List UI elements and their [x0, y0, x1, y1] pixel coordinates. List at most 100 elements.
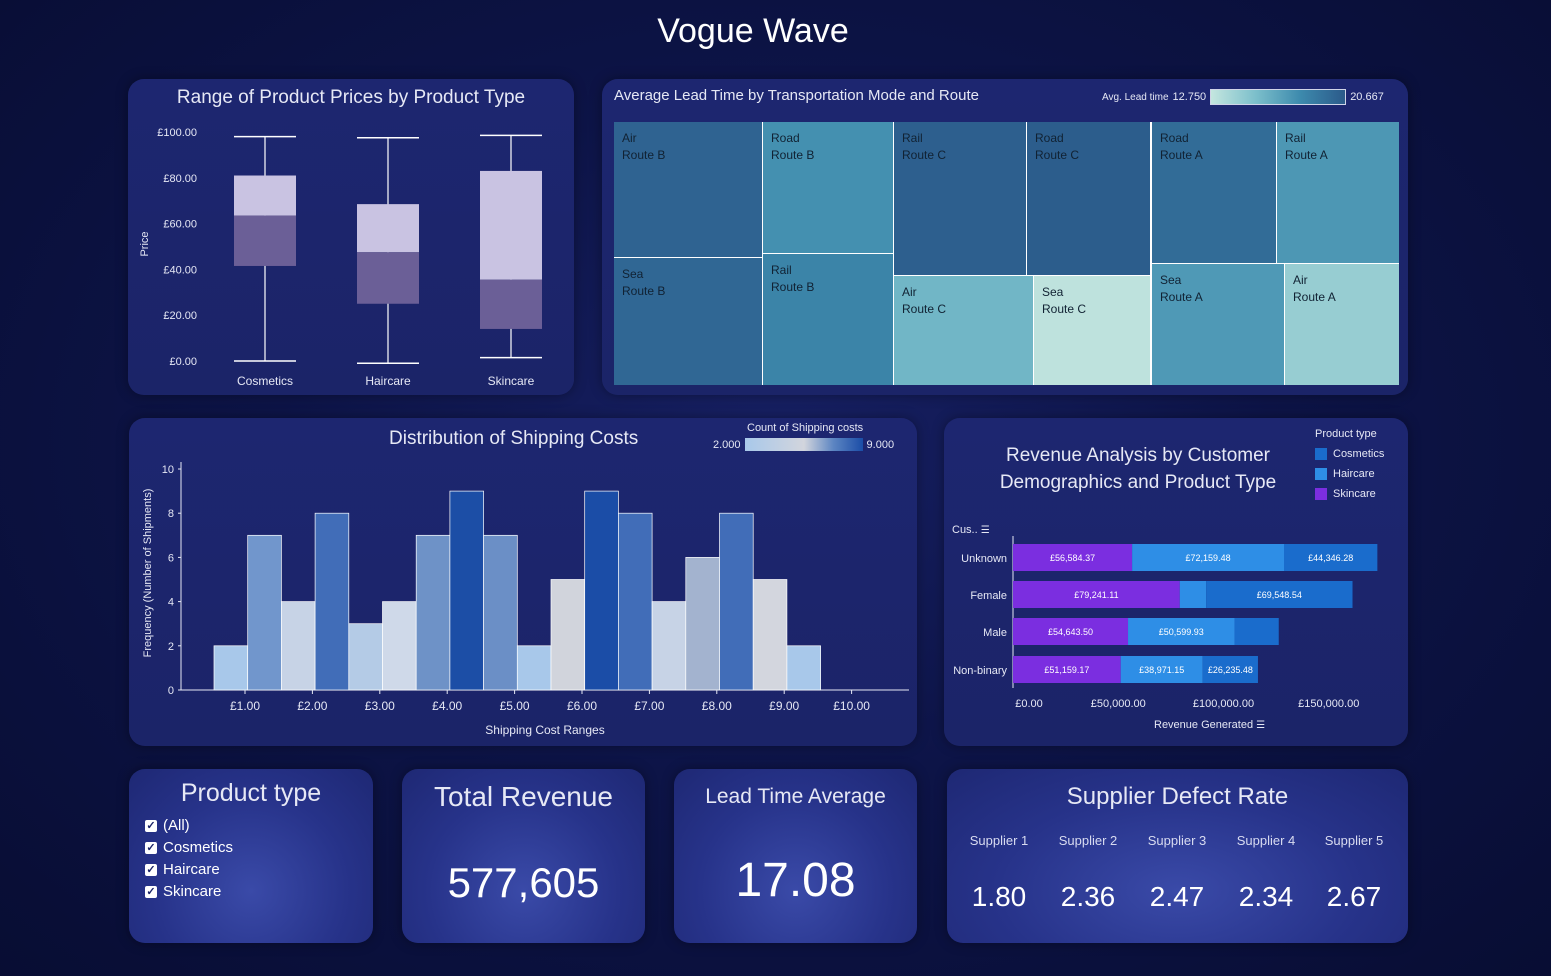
treemap-cell-road-route-b[interactable]: Road Route B — [763, 122, 893, 253]
revenue-panel: Revenue Analysis by Customer Demographic… — [944, 418, 1408, 746]
treemap-cell-label: Road Route A — [1160, 130, 1203, 164]
bar-segment-haircare — [1179, 581, 1207, 608]
treemap-cell-label: Air Route A — [1293, 272, 1336, 306]
bar-value-label: £44,346.28 — [1308, 553, 1353, 563]
cell-mode: Rail — [1285, 131, 1306, 145]
cell-mode: Air — [902, 285, 917, 299]
cell-route: Route B — [771, 280, 815, 294]
histogram-bar — [483, 534, 518, 691]
treemap-cell-road-route-a[interactable]: Road Route A — [1152, 122, 1276, 263]
cell-mode: Rail — [771, 263, 792, 277]
treemap-cell-label: Sea Route C — [1042, 284, 1086, 318]
supplier-1-name: Supplier 1 — [969, 833, 1029, 848]
histogram-bar — [516, 645, 552, 691]
x-tick-label: £50,000.00 — [1091, 698, 1146, 710]
x-tick-label: £5.00 — [500, 699, 530, 713]
supplier-defect-card: Supplier Defect Rate Supplier 1 Supplier… — [947, 769, 1408, 943]
histogram-bar — [685, 557, 720, 691]
x-tick-label: £1.00 — [230, 699, 260, 713]
treemap-cell-label: Rail Route A — [1285, 130, 1328, 164]
filter-option-label: Cosmetics — [163, 839, 234, 856]
filter-option-haircare[interactable]: ✓ Haircare — [145, 861, 220, 878]
treemap-cell-air-route-c[interactable]: Air Route C — [894, 276, 1033, 385]
y-axis-label: Price — [139, 231, 151, 256]
treemap-cell-label: Sea Route A — [1160, 272, 1203, 306]
lead-time-panel: Average Lead Time by Transportation Mode… — [602, 79, 1408, 395]
bar-value-label: £56,584.37 — [1050, 553, 1095, 563]
lead-time-average-value: 17.08 — [735, 854, 856, 907]
treemap-cell-air-route-b[interactable]: Air Route B — [614, 122, 762, 257]
checkbox-checked-icon[interactable]: ✓ — [145, 819, 157, 832]
supplier-1-value: 1.80 — [971, 881, 1027, 912]
checkbox-checked-icon[interactable]: ✓ — [145, 863, 157, 876]
cell-mode: Road — [1160, 131, 1189, 145]
filter-option-skincare[interactable]: ✓ Skincare — [145, 883, 221, 900]
y-tick-label: £20.00 — [163, 310, 197, 322]
dashboard-title: Vogue Wave — [657, 12, 849, 50]
treemap-cell-sea-route-c[interactable]: Sea Route C — [1034, 276, 1150, 385]
product-type-filter: Product type ✓ (All) ✓ Cosmetics ✓ Haircare… — [129, 769, 373, 943]
histogram-bar — [247, 534, 282, 691]
supplier-2-value: 2.36 — [1060, 881, 1116, 912]
treemap-cell-rail-route-a[interactable]: Rail Route A — [1277, 122, 1399, 263]
treemap-cell-air-route-a[interactable]: Air Route A — [1285, 264, 1399, 385]
cell-route: Route B — [622, 284, 666, 298]
sort-icon[interactable]: ☰ — [1256, 720, 1265, 731]
filter-option-all[interactable]: ✓ (All) — [145, 817, 190, 834]
treemap-cell-label: Sea Route B — [622, 266, 665, 300]
treemap-cell-sea-route-b[interactable]: Sea Route B — [614, 258, 762, 385]
x-tick-label: £2.00 — [297, 699, 327, 713]
supplier-4-name: Supplier 4 — [1236, 833, 1296, 848]
filter-option-cosmetics[interactable]: ✓ Cosmetics — [145, 839, 233, 856]
histogram-bar — [719, 512, 754, 691]
bar-value-label: £50,599.93 — [1159, 627, 1204, 637]
histogram-bar — [281, 601, 316, 691]
histogram-bar — [348, 623, 383, 691]
histogram-bar — [752, 579, 788, 691]
price-range-panel: Range of Product Prices by Product Type … — [128, 79, 574, 395]
revenue-xlabel-text: Revenue Generated — [1154, 719, 1254, 731]
treemap-cell-road-route-c[interactable]: Road Route C — [1027, 122, 1150, 275]
y-tick-label: 4 — [168, 597, 174, 609]
histogram-bar — [786, 645, 821, 691]
shipping-histogram-chart: 10 8 6 4 2 0 £1.00 £2.00 £3.00 £4.00 £5.00 £6.00 £7.… — [142, 462, 909, 737]
y-axis-label: Frequency (Number of Shipments) — [142, 489, 154, 658]
treemap-cell-sea-route-a[interactable]: Sea Route A — [1152, 264, 1284, 385]
x-tick-label: £9.00 — [769, 699, 799, 713]
bar-value-label: £79,241.11 — [1074, 590, 1118, 600]
x-tick-label: £4.00 — [432, 699, 462, 713]
treemap-cell-rail-route-b[interactable]: Rail Route B — [763, 254, 893, 385]
cell-route: Route A — [1285, 148, 1328, 162]
x-tick-label: £150,000.00 — [1298, 698, 1359, 710]
filter-option-label: Skincare — [163, 883, 222, 900]
x-tick-label: Cosmetics — [237, 374, 293, 388]
y-tick-label: £100.00 — [157, 127, 197, 139]
total-revenue-value: 577,605 — [447, 859, 600, 906]
x-axis-label: Shipping Cost Ranges — [485, 723, 604, 737]
x-tick-label: £6.00 — [567, 699, 597, 713]
cell-mode: Road — [771, 131, 800, 145]
box-upper-cosmetics — [234, 175, 296, 216]
bar-value-label: £51,159.17 — [1044, 665, 1089, 675]
lead-time-average-title: Lead Time Average — [705, 785, 886, 808]
histogram-bar — [584, 490, 619, 691]
bar-value-label: £26,235.48 — [1208, 665, 1253, 675]
cell-mode: Air — [622, 131, 637, 145]
supplier-3-name: Supplier 3 — [1147, 833, 1207, 848]
supplier-4-value: 2.34 — [1238, 881, 1294, 912]
revenue-bar-chart: Unknown £56,584.37 £72,159.48 £44,346.28 Fem… — [953, 536, 1378, 710]
box-upper-haircare — [357, 204, 419, 253]
filter-title: Product type — [180, 779, 322, 807]
box-lower-cosmetics — [234, 215, 296, 266]
treemap-cell-label: Air Route C — [902, 284, 946, 318]
y-tick-label: £60.00 — [163, 219, 197, 231]
treemap-cell-rail-route-c[interactable]: Rail Route C — [894, 122, 1026, 275]
x-tick-label: Haircare — [365, 374, 411, 388]
checkbox-checked-icon[interactable]: ✓ — [145, 841, 157, 854]
x-tick-label: £10.00 — [833, 699, 870, 713]
cell-mode: Sea — [622, 267, 644, 281]
lead-time-legend: Avg. Lead time 12.750 20.667 — [1102, 89, 1384, 105]
filter-option-label: Haircare — [163, 861, 220, 878]
checkbox-checked-icon[interactable]: ✓ — [145, 885, 157, 898]
bar-value-label: £54,643.50 — [1048, 627, 1093, 637]
